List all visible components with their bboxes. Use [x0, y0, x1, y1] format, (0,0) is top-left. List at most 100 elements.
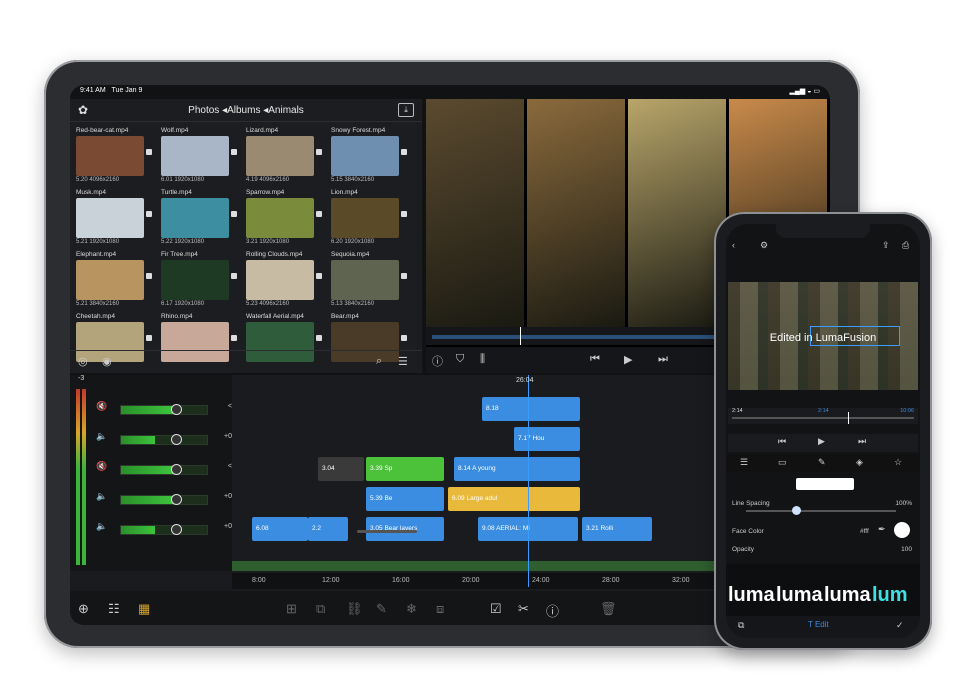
info-icon[interactable]: ⓘ	[432, 353, 443, 369]
media-thumbnail[interactable]	[246, 198, 314, 238]
grid-icon[interactable]: ▦	[138, 601, 150, 617]
timeline-clip[interactable]: 2.2	[308, 517, 348, 541]
media-thumbnail[interactable]	[161, 136, 229, 176]
timeline-clip[interactable]: 3.04	[318, 457, 364, 481]
title-style-preview[interactable]: lum	[872, 584, 908, 607]
media-thumbnail[interactable]	[161, 260, 229, 300]
trash-icon[interactable]: 🗑	[600, 601, 617, 617]
frame-icon[interactable]: ▭	[778, 457, 787, 468]
track-volume-slider[interactable]	[120, 464, 208, 475]
viewer-playhead[interactable]	[520, 327, 521, 345]
media-thumbnail[interactable]	[76, 136, 144, 176]
title-style-preview[interactable]: luma	[728, 584, 775, 607]
segment-selected[interactable]	[796, 478, 854, 490]
timeline-clip[interactable]: 8.18	[482, 397, 580, 421]
track-list-icon[interactable]: ☷	[108, 601, 120, 617]
media-thumbnail[interactable]	[246, 136, 314, 176]
media-tile[interactable]: Sequoia.mp4 5.13 3840x2160	[331, 251, 409, 311]
import-icon[interactable]: ⤓	[398, 103, 414, 117]
volume-knob[interactable]	[170, 464, 182, 475]
media-tile[interactable]: Fir Tree.mp4 6.17 1920x1080	[161, 251, 239, 311]
presets-icon[interactable]: ⧉	[738, 620, 744, 631]
media-thumbnail[interactable]	[331, 198, 399, 238]
checkbox-icon[interactable]: ☑	[490, 601, 502, 617]
duplicate-icon[interactable]: ⧈	[436, 601, 444, 617]
track-volume-slider[interactable]	[120, 404, 208, 415]
audio-meter-icon[interactable]: ⫼	[480, 353, 485, 366]
timeline-clip[interactable]: 6.08	[252, 517, 308, 541]
timeline-clip[interactable]: 3.39 Sp	[366, 457, 444, 481]
pencil-icon[interactable]: ✎	[376, 601, 387, 617]
layers-icon[interactable]: ◈	[856, 457, 863, 468]
star-icon[interactable]: ☆	[894, 457, 902, 468]
transition-icon[interactable]: ⧉	[316, 601, 325, 617]
export-icon[interactable]: ⇪	[882, 240, 890, 251]
media-tile[interactable]: Sparrow.mp4 3.21 1920x1080	[246, 189, 324, 249]
done-icon[interactable]: ✓	[896, 620, 904, 631]
muted-speaker-icon[interactable]: 🔇	[96, 401, 107, 412]
timeline-clip[interactable]: 3.21 Rolli	[582, 517, 652, 541]
freeze-icon[interactable]: ❄	[406, 601, 417, 617]
speaker-icon[interactable]: 🔈	[96, 521, 107, 532]
speaker-icon[interactable]: 🔈	[96, 431, 107, 442]
timeline-clip[interactable]: 5.39 Be	[366, 487, 444, 511]
info-circle-icon[interactable]: ⓘ	[546, 601, 559, 620]
media-thumbnail[interactable]	[76, 198, 144, 238]
link-icon[interactable]: ⛓	[346, 601, 363, 617]
skip-forward-icon[interactable]: ⏭	[858, 436, 866, 447]
media-tile[interactable]: Lion.mp4 6.20 1920x1080	[331, 189, 409, 249]
select-check-icon[interactable]: ◎	[78, 355, 88, 368]
play-icon[interactable]: ▶	[624, 353, 632, 366]
title-style-preview[interactable]: luma	[824, 584, 871, 607]
volume-knob[interactable]	[170, 404, 182, 415]
share-icon[interactable]: ⎙	[902, 240, 909, 251]
title-style-preview[interactable]: luma	[776, 584, 823, 607]
sort-list-icon[interactable]: ☰	[398, 355, 408, 368]
media-tile[interactable]: Lizard.mp4 4.19 4096x2160	[246, 127, 324, 187]
volume-knob[interactable]	[170, 494, 182, 505]
library-breadcrumb[interactable]: Photos ◂Albums ◂Animals	[70, 105, 422, 116]
media-thumbnail[interactable]	[331, 260, 399, 300]
media-thumbnail[interactable]	[76, 260, 144, 300]
face-color-swatch[interactable]	[894, 522, 910, 538]
media-tile[interactable]: Red-bear-cat.mp4 5.20 4096x2160	[76, 127, 154, 187]
track-volume-slider[interactable]	[120, 494, 208, 505]
marker-icon[interactable]: ⛉	[456, 353, 464, 366]
media-tile[interactable]: Elephant.mp4 5.21 3840x2160	[76, 251, 154, 311]
scissors-icon[interactable]: ✂	[518, 601, 529, 617]
timeline-clip[interactable]: 6.09 Large adul	[448, 487, 580, 511]
line-spacing-slider[interactable]	[746, 506, 896, 515]
add-track-icon[interactable]: ⊕	[78, 601, 89, 617]
volume-knob[interactable]	[170, 434, 182, 445]
text-align-icon[interactable]: ☰	[740, 457, 748, 468]
record-icon[interactable]: ◉	[102, 355, 112, 368]
skip-back-icon[interactable]: ⏮	[778, 436, 786, 447]
edit-tab[interactable]: T Edit	[808, 620, 829, 629]
muted-speaker-icon[interactable]: 🔇	[96, 461, 107, 472]
edit-icon[interactable]: ✎	[818, 457, 826, 468]
add-clip-icon[interactable]: ⊞	[286, 601, 297, 617]
skip-forward-icon[interactable]: ⏭	[658, 353, 668, 366]
search-icon[interactable]: ⌕	[376, 355, 382, 368]
media-thumbnail[interactable]	[161, 198, 229, 238]
settings-icon[interactable]: ⚙	[760, 240, 768, 251]
overlay-title-text[interactable]: Edited in LumaFusion	[728, 332, 918, 344]
iphone-scrub-bar[interactable]: 2:14 2:14 10:06	[728, 408, 918, 424]
media-tile[interactable]: Wolf.mp4 6.01 1920x1080	[161, 127, 239, 187]
timeline-clip[interactable]: 7.17 Hou	[514, 427, 580, 451]
back-chevron-icon[interactable]: ‹	[732, 240, 735, 250]
media-thumbnail[interactable]	[331, 136, 399, 176]
media-tile[interactable]: Snowy Forest.mp4 5.15 3840x2160	[331, 127, 409, 187]
play-icon[interactable]: ▶	[818, 436, 825, 447]
media-tile[interactable]: Musk.mp4 5.21 1920x1080	[76, 189, 154, 249]
timeline-playhead[interactable]	[528, 375, 529, 587]
track-volume-slider[interactable]	[120, 434, 208, 445]
eyedropper-icon[interactable]: ✒	[878, 524, 886, 535]
volume-knob[interactable]	[170, 524, 182, 535]
slider-knob[interactable]	[792, 506, 801, 515]
media-thumbnail[interactable]	[246, 260, 314, 300]
media-tile[interactable]: Turtle.mp4 5.22 1920x1080	[161, 189, 239, 249]
timeline-clip[interactable]: 3.05 Bear layers	[366, 517, 444, 541]
track-volume-slider[interactable]	[120, 524, 208, 535]
media-tile[interactable]: Rolling Clouds.mp4 5.23 4096x2160	[246, 251, 324, 311]
